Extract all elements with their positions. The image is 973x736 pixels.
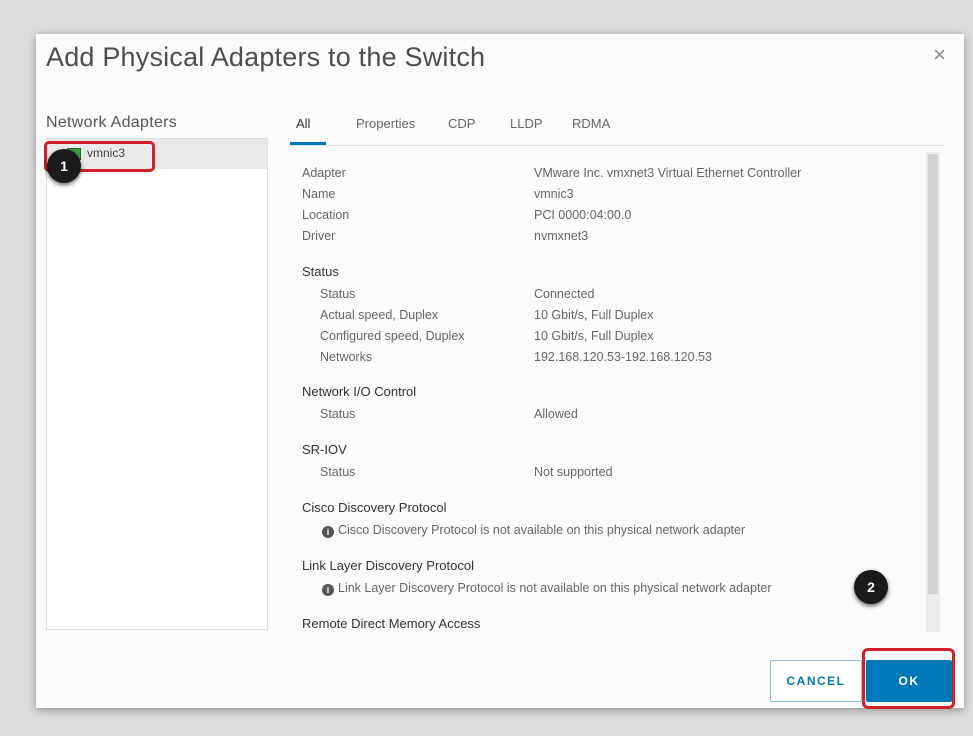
tab-cdp[interactable]: CDP bbox=[448, 116, 475, 131]
cdp-note-text: Cisco Discovery Protocol is not availabl… bbox=[338, 523, 746, 537]
detail-value: Allowed bbox=[534, 407, 578, 421]
info-icon: i bbox=[322, 526, 334, 538]
adapter-details-panel: Adapter VMware Inc. vmxnet3 Virtual Ethe… bbox=[290, 150, 930, 636]
detail-key: Status bbox=[320, 407, 356, 421]
detail-key: Driver bbox=[302, 229, 336, 243]
tab-lldp[interactable]: LLDP bbox=[510, 116, 543, 131]
section-cdp-heading: Cisco Discovery Protocol bbox=[302, 500, 447, 515]
info-icon: i bbox=[322, 584, 334, 596]
network-adapters-label: Network Adapters bbox=[46, 114, 178, 131]
lldp-note-text: Link Layer Discovery Protocol is not ava… bbox=[338, 581, 772, 595]
cancel-button[interactable]: CANCEL bbox=[770, 660, 862, 702]
detail-value: VMware Inc. vmxnet3 Virtual Ethernet Con… bbox=[534, 166, 802, 180]
detail-key: Location bbox=[302, 208, 350, 222]
detail-value: 192.168.120.53-192.168.120.53 bbox=[534, 350, 712, 364]
tabs-divider bbox=[290, 145, 944, 146]
detail-key: Networks bbox=[320, 350, 373, 364]
section-rdma-heading: Remote Direct Memory Access bbox=[302, 616, 481, 631]
detail-value: Not supported bbox=[534, 465, 613, 479]
section-status-heading: Status bbox=[302, 264, 339, 279]
dialog-title: Add Physical Adapters to the Switch bbox=[46, 42, 486, 72]
detail-value: nvmxnet3 bbox=[534, 229, 589, 243]
step-2-callout: 2 bbox=[854, 570, 888, 604]
detail-key: Configured speed, Duplex bbox=[320, 329, 465, 343]
tab-all[interactable]: All bbox=[296, 116, 310, 131]
detail-key: Adapter bbox=[302, 166, 346, 180]
detail-value: vmnic3 bbox=[534, 187, 574, 201]
section-nioc-heading: Network I/O Control bbox=[302, 384, 417, 399]
tab-properties[interactable]: Properties bbox=[356, 116, 415, 131]
details-scrollbar[interactable] bbox=[926, 152, 940, 632]
section-sriov-heading: SR-IOV bbox=[302, 442, 347, 457]
cdp-note: i Cisco Discovery Protocol is not availab… bbox=[322, 523, 745, 538]
add-physical-adapters-dialog: Add Physical Adapters to the Switch × Ne… bbox=[36, 34, 964, 709]
detail-key: Name bbox=[302, 187, 336, 201]
scrollbar-thumb[interactable] bbox=[928, 154, 938, 594]
detail-key: Status bbox=[320, 287, 356, 301]
detail-value: PCI 0000:04:00.0 bbox=[534, 208, 632, 222]
annotation-highlight-ok bbox=[862, 648, 955, 709]
detail-value: 10 Gbit/s, Full Duplex bbox=[534, 329, 654, 343]
lldp-note: i Link Layer Discovery Protocol is not av… bbox=[322, 581, 772, 596]
detail-value: Connected bbox=[534, 287, 595, 301]
tab-rdma[interactable]: RDMA bbox=[572, 116, 610, 131]
tab-bar: All Properties CDP LLDP RDMA bbox=[290, 116, 940, 146]
section-lldp-heading: Link Layer Discovery Protocol bbox=[302, 558, 474, 573]
detail-value: 10 Gbit/s, Full Duplex bbox=[534, 308, 654, 322]
network-adapters-list: vmnic3 bbox=[44, 138, 268, 630]
detail-key: Status bbox=[320, 465, 356, 479]
detail-key: Actual speed, Duplex bbox=[320, 308, 439, 322]
close-icon[interactable]: × bbox=[933, 44, 946, 66]
step-1-callout: 1 bbox=[47, 149, 81, 183]
